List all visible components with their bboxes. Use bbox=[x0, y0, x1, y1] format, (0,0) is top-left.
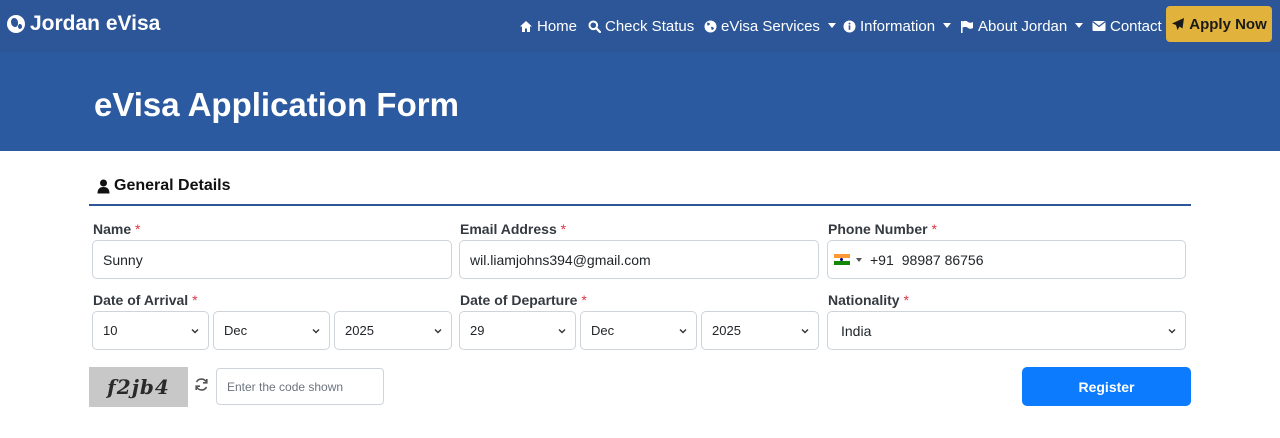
phone-label: Phone Number * bbox=[828, 221, 937, 237]
register-label: Register bbox=[1078, 378, 1135, 395]
departure-label: Date of Departure * bbox=[460, 292, 587, 308]
nav-home[interactable]: Home bbox=[519, 0, 577, 52]
arrival-label: Date of Arrival * bbox=[93, 292, 198, 308]
departure-year-value: 2025 bbox=[712, 323, 741, 338]
arrival-label-text: Date of Arrival bbox=[93, 292, 189, 308]
india-flag-icon[interactable] bbox=[834, 254, 850, 265]
required-mark: * bbox=[581, 292, 587, 308]
page-title: eVisa Application Form bbox=[94, 86, 459, 123]
name-input[interactable]: Sunny bbox=[92, 240, 452, 279]
email-label: Email Address * bbox=[460, 221, 566, 237]
arrival-month-value: Dec bbox=[224, 323, 248, 338]
required-mark: * bbox=[903, 292, 909, 308]
email-value: wil.liamjohns394@gmail.com bbox=[470, 251, 651, 268]
phone-value: 98987 86756 bbox=[901, 251, 984, 268]
info-icon bbox=[843, 20, 856, 32]
arrival-year-value: 2025 bbox=[345, 323, 374, 338]
departure-label-text: Date of Departure bbox=[460, 292, 578, 308]
captcha-image: f2jb4 bbox=[89, 367, 188, 407]
chevron-down-icon bbox=[1075, 22, 1084, 28]
brand-logo[interactable]: Jordan eVisa bbox=[7, 12, 160, 36]
nav-information-label: Information bbox=[860, 17, 936, 35]
user-icon bbox=[97, 179, 110, 193]
section-title: General Details bbox=[114, 177, 231, 194]
globe-icon bbox=[7, 15, 25, 33]
country-dropdown-caret-icon[interactable] bbox=[856, 257, 862, 262]
dial-code: +91 bbox=[870, 251, 894, 268]
apply-now-button[interactable]: Apply Now bbox=[1166, 6, 1272, 42]
chevron-down-icon bbox=[312, 329, 320, 334]
captcha-code: f2jb4 bbox=[107, 375, 170, 399]
search-icon bbox=[588, 20, 601, 33]
nav-evisa-services[interactable]: eVisa Services bbox=[704, 0, 836, 52]
chevron-down-icon bbox=[1168, 329, 1176, 334]
chevron-down-icon bbox=[191, 329, 199, 334]
top-navbar: Jordan eVisa Home Check Status eVisa Ser… bbox=[0, 0, 1280, 52]
departure-day-select[interactable]: 29 bbox=[459, 311, 576, 350]
nav-contact[interactable]: Contact bbox=[1092, 0, 1162, 52]
section-header: General Details bbox=[97, 177, 231, 195]
refresh-icon[interactable] bbox=[194, 377, 209, 392]
apply-now-label: Apply Now bbox=[1189, 15, 1267, 33]
required-mark: * bbox=[135, 221, 141, 237]
nav-about-jordan[interactable]: About Jordan bbox=[960, 0, 1084, 52]
name-value: Sunny bbox=[103, 251, 143, 268]
envelope-icon bbox=[1092, 21, 1106, 31]
nav-information[interactable]: Information bbox=[843, 0, 952, 52]
email-label-text: Email Address bbox=[460, 221, 557, 237]
paper-plane-icon bbox=[1172, 18, 1185, 30]
phone-input[interactable]: +91 98987 86756 bbox=[827, 240, 1186, 279]
chevron-down-icon bbox=[434, 329, 442, 334]
nav-check-status-label: Check Status bbox=[605, 17, 695, 35]
departure-year-select[interactable]: 2025 bbox=[701, 311, 819, 350]
brand-name: Jordan eVisa bbox=[30, 12, 161, 35]
nav-about-jordan-label: About Jordan bbox=[978, 17, 1068, 35]
nationality-label: Nationality * bbox=[828, 292, 909, 308]
globe-icon bbox=[704, 20, 717, 32]
required-mark: * bbox=[931, 221, 937, 237]
chevron-down-icon bbox=[558, 329, 566, 334]
departure-month-select[interactable]: Dec bbox=[580, 311, 697, 350]
nav-contact-label: Contact bbox=[1110, 17, 1162, 35]
departure-month-value: Dec bbox=[591, 323, 615, 338]
arrival-day-select[interactable]: 10 bbox=[92, 311, 209, 350]
arrival-day-value: 10 bbox=[103, 323, 118, 338]
name-label: Name * bbox=[93, 221, 140, 237]
chevron-down-icon bbox=[679, 329, 687, 334]
nav-home-label: Home bbox=[537, 17, 578, 35]
arrival-year-select[interactable]: 2025 bbox=[334, 311, 452, 350]
phone-label-text: Phone Number bbox=[828, 221, 928, 237]
nav-evisa-services-label: eVisa Services bbox=[721, 17, 820, 35]
nationality-select[interactable]: India bbox=[827, 311, 1186, 350]
required-mark: * bbox=[192, 292, 198, 308]
section-divider bbox=[89, 204, 1191, 206]
register-button[interactable]: Register bbox=[1022, 367, 1191, 406]
name-label-text: Name bbox=[93, 221, 132, 237]
email-input[interactable]: wil.liamjohns394@gmail.com bbox=[459, 240, 819, 279]
nationality-value: India bbox=[841, 322, 872, 339]
departure-day-value: 29 bbox=[470, 323, 485, 338]
hero-banner: eVisa Application Form bbox=[0, 52, 1280, 151]
chevron-down-icon bbox=[801, 329, 809, 334]
nationality-label-text: Nationality bbox=[828, 292, 900, 308]
arrival-month-select[interactable]: Dec bbox=[213, 311, 330, 350]
flag-icon bbox=[961, 20, 973, 33]
captcha-input[interactable]: Enter the code shown bbox=[216, 368, 384, 405]
chevron-down-icon bbox=[827, 22, 836, 28]
home-icon bbox=[520, 20, 532, 32]
captcha-placeholder: Enter the code shown bbox=[227, 379, 344, 394]
nav-check-status[interactable]: Check Status bbox=[588, 0, 694, 52]
required-mark: * bbox=[560, 221, 567, 237]
chevron-down-icon bbox=[943, 22, 952, 28]
